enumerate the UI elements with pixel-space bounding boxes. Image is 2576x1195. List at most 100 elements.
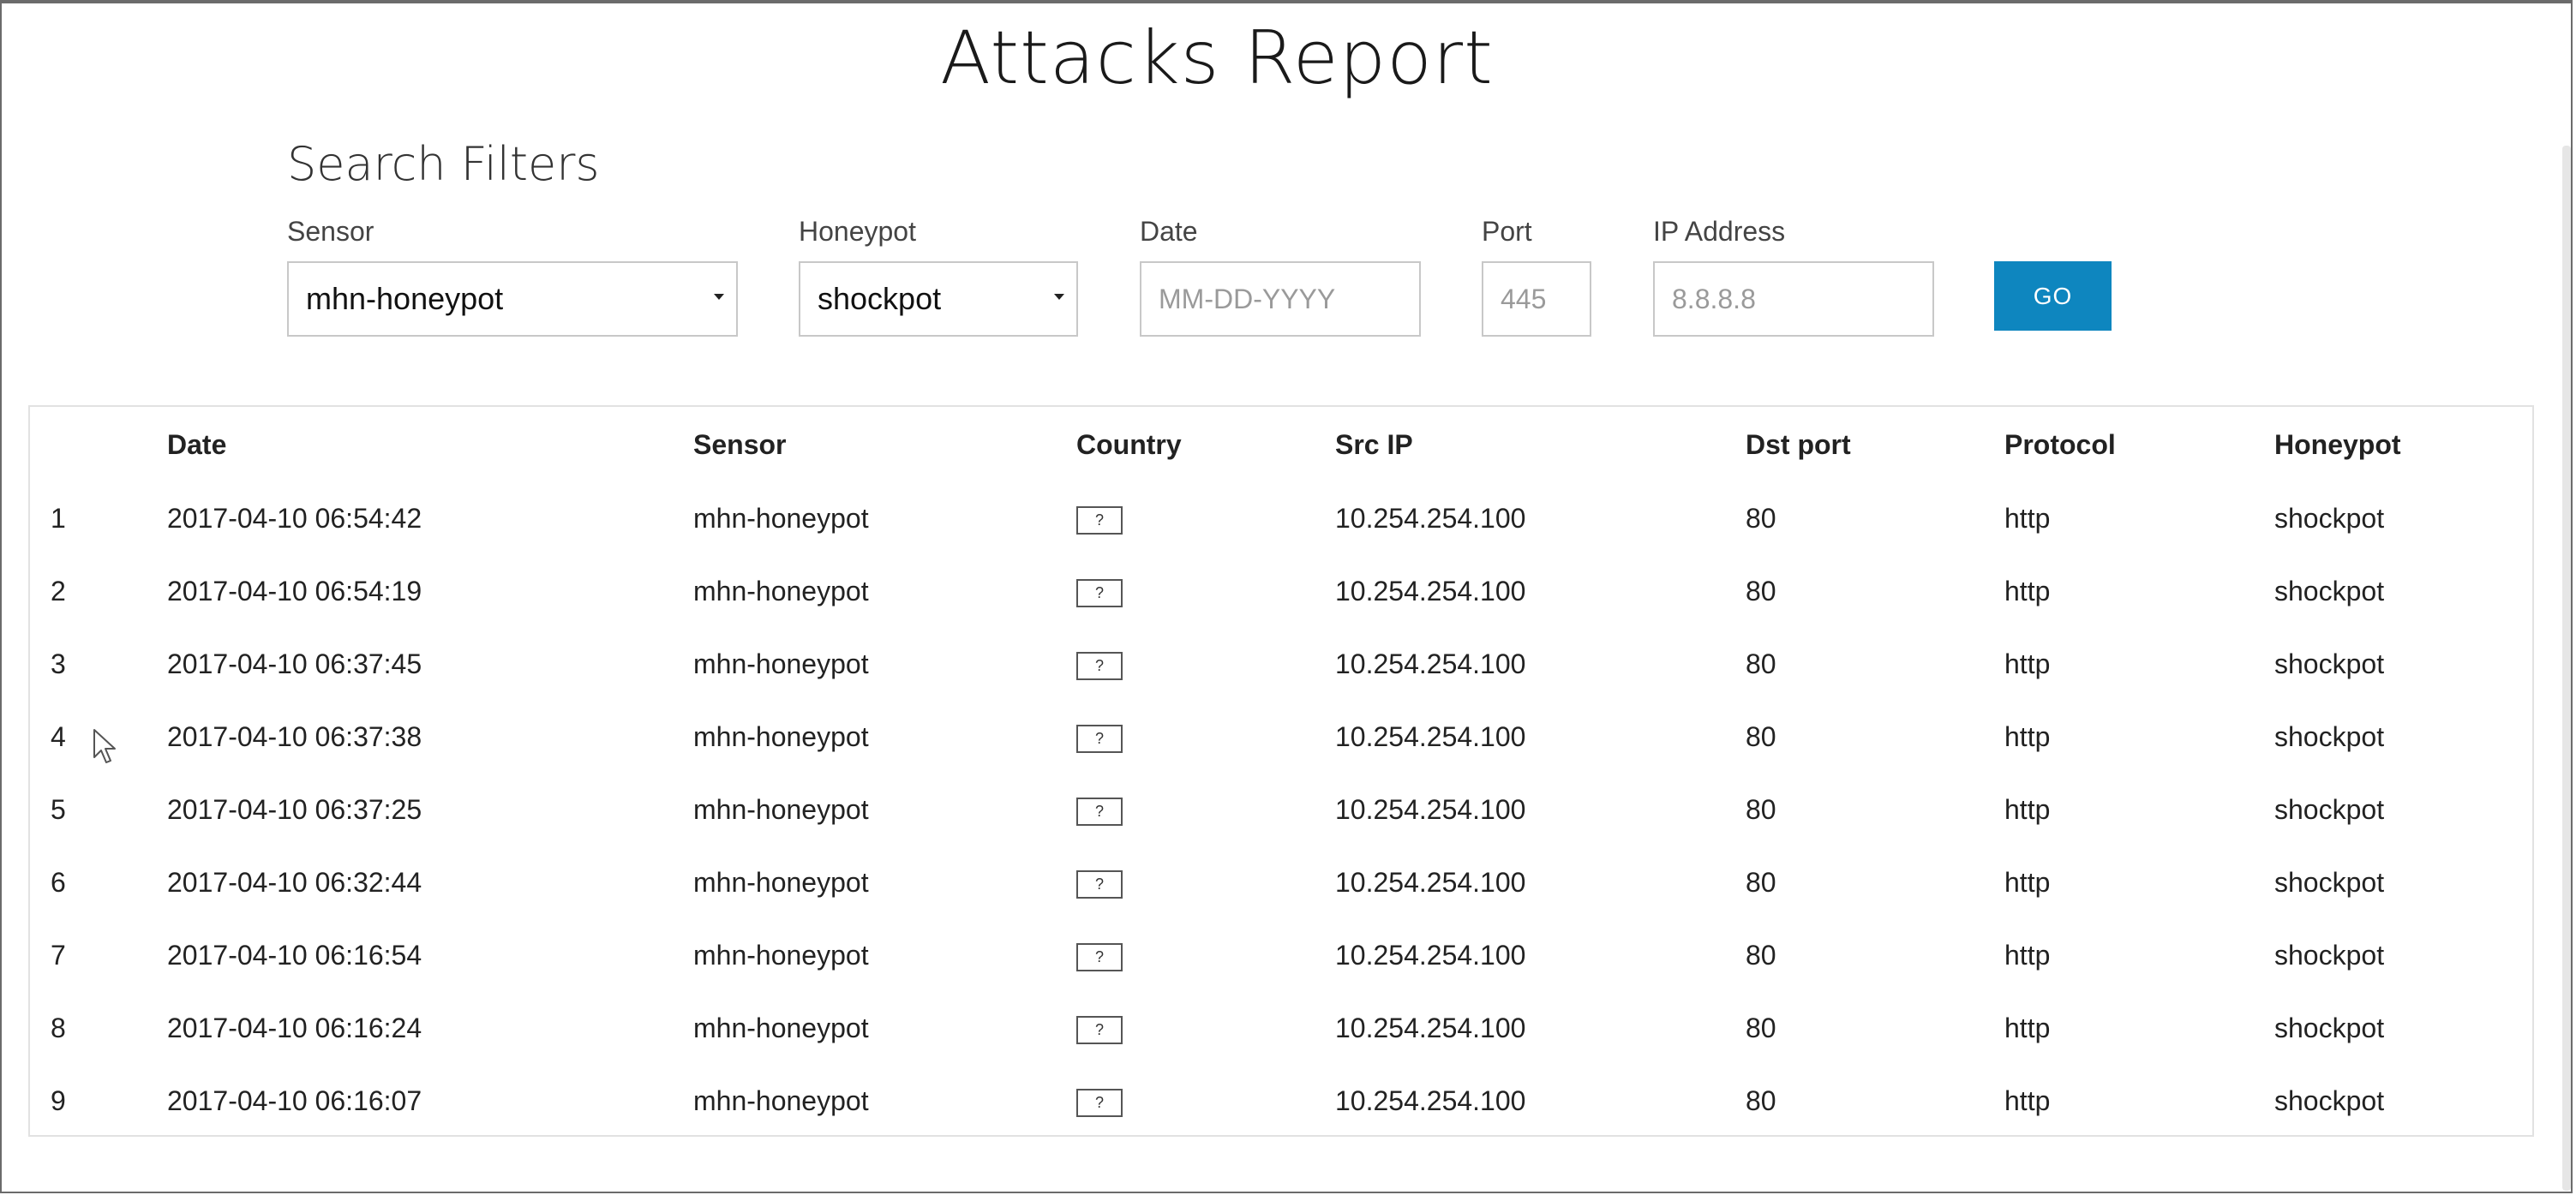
row-country: ? (1076, 774, 1335, 846)
row-country: ? (1076, 482, 1335, 555)
sensor-select-value: mhn-honeypot (306, 281, 504, 316)
table-row[interactable]: 4 2017-04-10 06:37:38 mhn-honeypot? 10.254.… (30, 701, 2532, 774)
row-protocol: http (2004, 1085, 2051, 1116)
row-date: 2017-04-10 06:37:38 (167, 721, 422, 752)
row-country: ? (1076, 919, 1335, 992)
row-src-ip: 10.254.254.100 (1335, 1013, 1526, 1043)
column-header-date[interactable]: Date (167, 407, 693, 482)
unknown-flag-icon: ? (1076, 725, 1123, 754)
date-input[interactable] (1159, 263, 1419, 335)
column-header-honeypot[interactable]: Honeypot (2274, 407, 2532, 482)
row-date: 2017-04-10 06:54:42 (167, 503, 422, 534)
ip-address-input[interactable] (1672, 263, 1932, 335)
attacks-table-container: Date Sensor Country Src IP Dst port Prot… (28, 405, 2534, 1137)
port-field-wrap (1482, 261, 1591, 337)
row-protocol: http (2004, 576, 2051, 606)
row-sensor: mhn-honeypot (693, 648, 869, 679)
attacks-table: Date Sensor Country Src IP Dst port Prot… (30, 407, 2532, 1138)
row-sensor: mhn-honeypot (693, 940, 869, 971)
row-src-ip: 10.254.254.100 (1335, 867, 1526, 898)
column-header-sensor[interactable]: Sensor (693, 407, 1076, 482)
row-protocol: http (2004, 794, 2051, 825)
page-title: Attacks Report (940, 15, 1494, 101)
row-honeypot: shockpot (2274, 940, 2385, 971)
vertical-scrollbar[interactable] (2562, 146, 2571, 1191)
row-date: 2017-04-10 06:16:54 (167, 940, 422, 971)
column-header-protocol[interactable]: Protocol (2004, 407, 2274, 482)
table-row[interactable]: 6 2017-04-10 06:32:44 mhn-honeypot? 10.254.… (30, 846, 2532, 919)
unknown-flag-icon: ? (1076, 1016, 1123, 1045)
row-date: 2017-04-10 06:37:45 (167, 648, 422, 679)
port-input[interactable] (1501, 263, 1590, 335)
row-dst-port: 80 (1746, 1085, 1776, 1116)
row-index: 8 (51, 1013, 66, 1043)
date-field-wrap (1140, 261, 1421, 337)
row-protocol: http (2004, 1013, 2051, 1043)
sensor-select[interactable]: mhn-honeypot (287, 261, 738, 337)
chevron-down-icon (714, 294, 724, 300)
row-src-ip: 10.254.254.100 (1335, 721, 1526, 752)
table-row[interactable]: 7 2017-04-10 06:16:54 mhn-honeypot? 10.254.… (30, 919, 2532, 992)
row-honeypot: shockpot (2274, 794, 2385, 825)
row-dst-port: 80 (1746, 867, 1776, 898)
unknown-flag-icon: ? (1076, 870, 1123, 899)
row-dst-port: 80 (1746, 940, 1776, 971)
unknown-flag-icon: ? (1076, 943, 1123, 972)
row-protocol: http (2004, 867, 2051, 898)
row-src-ip: 10.254.254.100 (1335, 1085, 1526, 1116)
row-date: 2017-04-10 06:16:24 (167, 1013, 422, 1043)
row-index: 3 (51, 648, 66, 679)
sensor-label: Sensor (287, 216, 374, 247)
table-row[interactable]: 5 2017-04-10 06:37:25 mhn-honeypot? 10.254.… (30, 774, 2532, 846)
row-sensor: mhn-honeypot (693, 576, 869, 606)
row-country: ? (1076, 992, 1335, 1065)
row-honeypot: shockpot (2274, 648, 2385, 679)
column-header-dst-port[interactable]: Dst port (1746, 407, 2004, 482)
chevron-down-icon (1054, 294, 1064, 300)
row-index: 5 (51, 794, 66, 825)
unknown-flag-icon: ? (1076, 506, 1123, 535)
column-header-src-ip[interactable]: Src IP (1335, 407, 1746, 482)
row-src-ip: 10.254.254.100 (1335, 940, 1526, 971)
honeypot-select[interactable]: shockpot (799, 261, 1078, 337)
table-row[interactable]: 3 2017-04-10 06:37:45 mhn-honeypot? 10.254.… (30, 628, 2532, 701)
row-protocol: http (2004, 503, 2051, 534)
row-honeypot: shockpot (2274, 503, 2385, 534)
table-header-row: Date Sensor Country Src IP Dst port Prot… (30, 407, 2532, 482)
row-date: 2017-04-10 06:37:25 (167, 794, 422, 825)
row-dst-port: 80 (1746, 648, 1776, 679)
table-row[interactable]: 9 2017-04-10 06:16:07 mhn-honeypot? 10.254.… (30, 1065, 2532, 1138)
unknown-flag-icon: ? (1076, 579, 1123, 608)
row-index: 1 (51, 503, 66, 534)
column-header-index (30, 407, 167, 482)
row-src-ip: 10.254.254.100 (1335, 503, 1526, 534)
row-index: 6 (51, 867, 66, 898)
row-dst-port: 80 (1746, 503, 1776, 534)
table-row[interactable]: 2 2017-04-10 06:54:19 mhn-honeypot? 10.254.… (30, 555, 2532, 628)
row-honeypot: shockpot (2274, 867, 2385, 898)
row-sensor: mhn-honeypot (693, 503, 869, 534)
unknown-flag-icon: ? (1076, 1089, 1123, 1118)
row-date: 2017-04-10 06:16:07 (167, 1085, 422, 1116)
row-sensor: mhn-honeypot (693, 867, 869, 898)
search-filters-heading: Search Filters (287, 137, 600, 191)
row-dst-port: 80 (1746, 1013, 1776, 1043)
date-label: Date (1140, 216, 1198, 247)
table-row[interactable]: 1 2017-04-10 06:54:42 mhn-honeypot? 10.254.… (30, 482, 2532, 555)
row-country: ? (1076, 846, 1335, 919)
go-button[interactable]: GO (1994, 261, 2112, 331)
row-dst-port: 80 (1746, 576, 1776, 606)
row-honeypot: shockpot (2274, 1013, 2385, 1043)
row-protocol: http (2004, 940, 2051, 971)
table-row[interactable]: 8 2017-04-10 06:16:24 mhn-honeypot? 10.254.… (30, 992, 2532, 1065)
column-header-country[interactable]: Country (1076, 407, 1335, 482)
unknown-flag-icon: ? (1076, 652, 1123, 681)
row-country: ? (1076, 555, 1335, 628)
row-index: 7 (51, 940, 66, 971)
port-label: Port (1482, 216, 1532, 247)
row-sensor: mhn-honeypot (693, 794, 869, 825)
row-index: 9 (51, 1085, 66, 1116)
row-country: ? (1076, 628, 1335, 701)
row-honeypot: shockpot (2274, 1085, 2385, 1116)
row-country: ? (1076, 1065, 1335, 1138)
